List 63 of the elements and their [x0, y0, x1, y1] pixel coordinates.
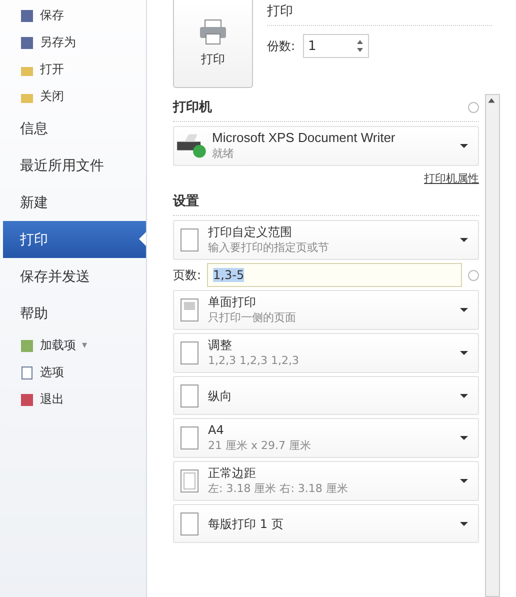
option-title: 单面打印: [208, 294, 257, 310]
sidebar-item[interactable]: 打开: [0, 56, 146, 83]
menu-item-icon: [20, 36, 34, 50]
sidebar-item[interactable]: 信息: [0, 110, 146, 147]
info-icon: [468, 270, 479, 280]
section-heading: 打印机: [173, 99, 212, 116]
sidebar-item[interactable]: 保存: [0, 2, 146, 29]
dropdown-arrow-icon: [460, 308, 468, 312]
copies-field[interactable]: 1: [303, 34, 370, 58]
pages-label: 页数:: [173, 266, 202, 284]
dropdown-arrow-icon: [460, 144, 468, 148]
settings-dropdown[interactable]: 每版打印 1 页: [173, 504, 479, 543]
sidebar-item[interactable]: 新建: [0, 184, 146, 221]
sidebar-item[interactable]: 保存并发送: [0, 258, 146, 295]
option-subtitle: 输入要打印的指定页或节: [208, 240, 330, 256]
dropdown-arrow-icon: [460, 351, 468, 355]
printer-properties-link[interactable]: 打印机属性: [424, 171, 479, 186]
option-title: 纵向: [208, 388, 233, 404]
option-title: 调整: [208, 337, 233, 353]
option-title: 正常边距: [208, 465, 257, 481]
settings-dropdown[interactable]: 纵向: [173, 376, 479, 415]
section-heading: 设置: [173, 193, 199, 210]
option-subtitle: 只打印一侧的页面: [208, 310, 297, 326]
menu-item-icon: [20, 366, 34, 380]
dropdown-arrow-icon: [460, 238, 468, 242]
pages-field[interactable]: 1,3-5: [207, 263, 462, 287]
spinner-arrows-icon: [356, 39, 364, 53]
option-title: 打印自定义范围: [208, 224, 293, 240]
option-subtitle: 1,2,3 1,2,3 1,2,3: [208, 353, 300, 369]
printer-icon: [198, 19, 228, 45]
sidebar-item[interactable]: 另存为: [0, 29, 146, 56]
menu-item-icon: [20, 392, 34, 406]
sidebar-item[interactable]: 加载项 ▾: [0, 332, 146, 359]
dropdown-arrow-icon: [460, 394, 468, 398]
dropdown-arrow-icon: [460, 522, 468, 526]
printer-name: Microsoft XPS Document Writer: [212, 130, 396, 146]
option-subtitle: 左: 3.18 厘米 右: 3.18 厘米: [208, 481, 349, 497]
dropdown-arrow-icon: [460, 479, 468, 483]
sidebar-item[interactable]: 选项: [0, 359, 146, 386]
settings-dropdown[interactable]: 单面打印 只打印一侧的页面: [173, 290, 479, 330]
print-button[interactable]: 打印: [173, 0, 253, 88]
dropdown-arrow-icon: [460, 436, 468, 440]
scrollbar[interactable]: [485, 94, 500, 597]
printer-status: 就绪: [212, 146, 235, 162]
sidebar-item[interactable]: 关闭: [0, 83, 146, 110]
sidebar-item[interactable]: 帮助: [0, 295, 146, 332]
settings-dropdown[interactable]: A4 21 厘米 x 29.7 厘米: [173, 418, 479, 458]
sidebar-item[interactable]: 打印: [3, 221, 146, 258]
option-subtitle: 21 厘米 x 29.7 厘米: [208, 438, 312, 454]
settings-dropdown[interactable]: 正常边距 左: 3.18 厘米 右: 3.18 厘米: [173, 461, 479, 501]
menu-item-icon: [20, 338, 34, 352]
printer-dropdown[interactable]: Microsoft XPS Document Writer 就绪: [173, 126, 479, 166]
copies-label: 份数:: [267, 38, 296, 54]
option-title: A4: [208, 422, 225, 438]
sidebar-item[interactable]: 退出: [0, 386, 146, 413]
option-title: 每版打印 1 页: [208, 516, 284, 532]
settings-dropdown[interactable]: 调整 1,2,3 1,2,3 1,2,3: [173, 333, 479, 373]
menu-item-icon: [20, 8, 34, 22]
settings-dropdown[interactable]: 打印自定义范围 输入要打印的指定页或节: [173, 220, 479, 260]
info-icon: [468, 102, 479, 112]
sidebar-item[interactable]: 最近所用文件: [0, 147, 146, 184]
section-heading: 打印: [267, 0, 492, 26]
printer-icon: [176, 133, 208, 159]
